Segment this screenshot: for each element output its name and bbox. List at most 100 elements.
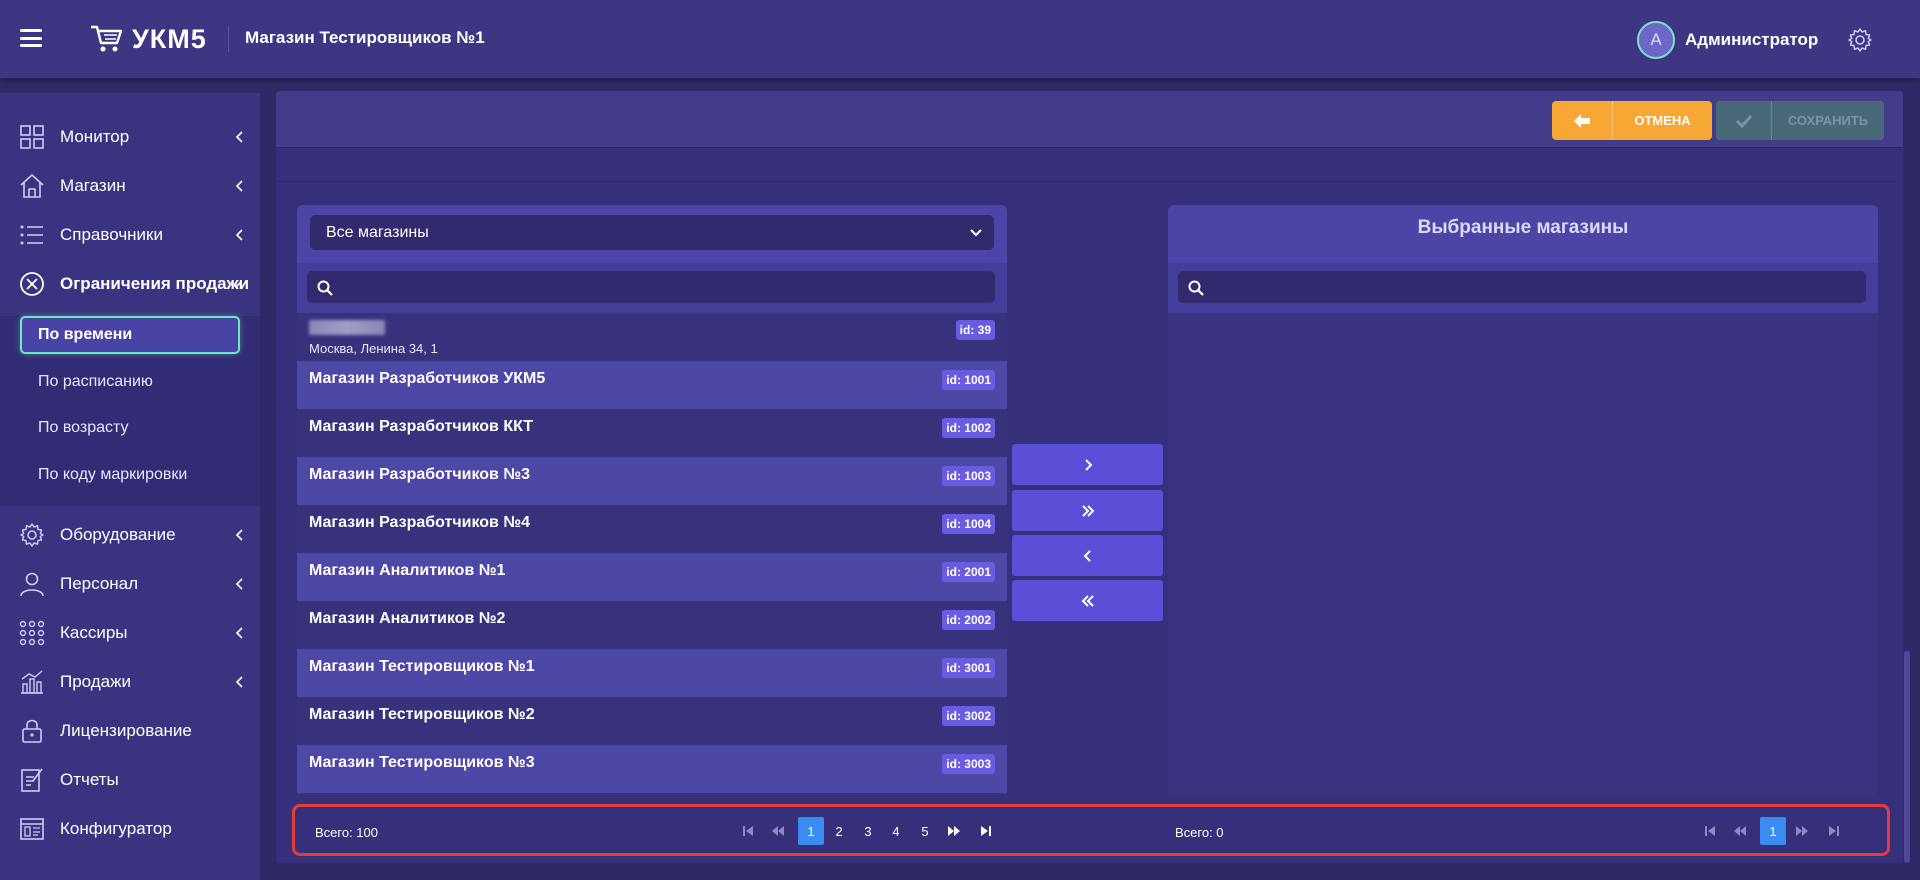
cashiers-icon [19,620,45,646]
sales-chart-icon [21,670,43,694]
user-menu[interactable]: А Администратор [1637,21,1818,59]
prev-pages-icon[interactable] [1729,817,1751,845]
chevron-left-icon [235,578,243,590]
sidebar-item-label: Кассиры [60,623,128,642]
chevron-left-icon [235,676,243,688]
sidebar-item-equipment[interactable]: Оборудование [0,515,260,555]
selected-total-count: Всего: 0 [1175,825,1224,840]
monitor-icon [20,125,44,149]
sidebar-item-licensing[interactable]: Лицензирование [0,711,260,751]
user-name: Администратор [1685,30,1819,49]
store-name: Магазин Разработчиков ККТ [309,418,534,435]
next-pages-icon[interactable] [1791,817,1813,845]
person-icon [20,572,44,597]
submenu-item-by-age[interactable]: По возрасту [20,409,240,447]
store-name: Магазин Разработчиков №3 [309,466,531,483]
submenu-item-by-schedule[interactable]: По расписанию [20,363,240,401]
sidebar-item-configurator[interactable]: Конфигуратор [0,809,260,849]
store-id-badge: id: 3001 [942,658,995,678]
store-row[interactable]: Магазин Тестировщиков №2 id: 3002 [297,697,1007,745]
submenu-item-by-marking-code[interactable]: По коду маркировки [20,456,240,494]
move-all-left-button[interactable] [1012,580,1163,621]
available-total-count: Всего: 100 [315,825,379,840]
available-search-input[interactable] [307,271,995,303]
lock-icon [22,719,42,743]
store-id-badge: id: 1002 [942,418,995,438]
submenu-item-label: По возрасту [38,419,129,436]
last-page-icon[interactable] [1823,817,1845,845]
cart-icon [91,25,123,52]
sidebar-item-label: Магазин [60,176,126,195]
available-stores-header: Все магазины [297,205,1007,263]
sidebar-item-monitor[interactable]: Монитор [0,117,260,157]
prev-pages-icon[interactable] [767,817,789,845]
selected-stores-header: Выбранные магазины [1168,205,1878,263]
submenu-sales-restrictions: По времени По расписанию По возрасту По … [0,316,260,506]
sidebar-item-cashiers[interactable]: Кассиры [0,613,260,653]
chevron-down-icon [230,281,242,289]
save-button[interactable]: СОХРАНИТЬ [1716,101,1884,140]
pagination-highlight-box: Всего: 100 1 2 3 4 5 Всего: 0 1 [292,804,1890,856]
cancel-button[interactable]: ОТМЕНА [1552,101,1712,140]
store-row[interactable]: id: 39 Москва, Ленина 34, 1 [297,313,1007,361]
page-5-button[interactable]: 5 [912,817,938,845]
sidebar-item-label: Оборудование [60,525,176,544]
page-1-button[interactable]: 1 [798,817,824,845]
store-row[interactable]: Магазин Аналитиков №1 id: 2001 [297,553,1007,601]
sidebar-item-sales-restrictions[interactable]: Ограничения продажи [0,264,260,304]
store-id-badge: id: 2001 [942,562,995,582]
sidebar-item-directories[interactable]: Справочники [0,215,260,255]
page-2-button[interactable]: 2 [826,817,852,845]
checkmark-icon [1716,101,1772,140]
move-selected-right-button[interactable] [1012,444,1163,485]
logo[interactable]: УКМ5 [90,22,207,56]
sidebar-item-label: Монитор [60,127,130,146]
avatar: А [1637,21,1675,59]
first-page-icon[interactable] [737,817,759,845]
store-row[interactable]: Магазин Тестировщиков №1 id: 3001 [297,649,1007,697]
store-title: Магазин Тестировщиков №1 [245,28,485,47]
store-id-badge: id: 1003 [942,466,995,486]
next-pages-icon[interactable] [943,817,965,845]
sidebar-item-store[interactable]: Магазин [0,166,260,206]
sidebar-item-staff[interactable]: Персонал [0,564,260,604]
move-selected-left-button[interactable] [1012,535,1163,576]
store-row[interactable]: Магазин Тестировщиков №3 id: 3003 [297,745,1007,793]
double-chevron-right-icon [1081,504,1094,517]
store-row[interactable]: Магазин Разработчиков №3 id: 1003 [297,457,1007,505]
store-filter-select[interactable]: Все магазины [310,215,994,250]
page-4-button[interactable]: 4 [883,817,909,845]
move-all-right-button[interactable] [1012,490,1163,531]
submenu-item-label: По расписанию [38,373,153,390]
first-page-icon[interactable] [1699,817,1721,845]
page-1-button[interactable]: 1 [1760,817,1786,845]
sidebar-item-sales[interactable]: Продажи [0,662,260,702]
store-name: Магазин Аналитиков №1 [309,562,506,579]
submenu-item-by-time[interactable]: По времени [20,316,240,354]
store-row[interactable]: Магазин Аналитиков №2 id: 2002 [297,601,1007,649]
save-button-label: СОХРАНИТЬ [1787,113,1869,128]
logo-text: УКМ5 [132,23,207,54]
scrollbar-thumb[interactable] [1904,651,1910,863]
store-row[interactable]: Магазин Разработчиков УКМ5 id: 1001 [297,361,1007,409]
sidebar-item-label: Справочники [60,225,163,244]
selected-stores-title: Выбранные магазины [1417,217,1629,238]
store-id-badge: id: 2002 [942,610,995,630]
chevron-left-icon [235,529,243,541]
double-chevron-left-icon [1081,594,1094,607]
store-row[interactable]: Магазин Разработчиков ККТ id: 1002 [297,409,1007,457]
page-scrollbar[interactable] [1904,91,1914,863]
hamburger-menu-icon[interactable] [20,29,42,47]
page-3-button[interactable]: 3 [855,817,881,845]
chevron-left-icon [235,131,243,143]
last-page-icon[interactable] [975,817,997,845]
store-icon [20,174,44,198]
blurred-store-name [309,320,385,335]
available-search-bar [297,263,1007,313]
settings-gear-icon[interactable] [1847,27,1873,53]
sidebar-item-reports[interactable]: Отчеты [0,760,260,800]
selected-search-input[interactable] [1178,271,1866,303]
search-icon [1188,280,1204,296]
store-row[interactable]: Магазин Разработчиков №4 id: 1004 [297,505,1007,553]
sidebar-item-label: Лицензирование [60,721,192,740]
